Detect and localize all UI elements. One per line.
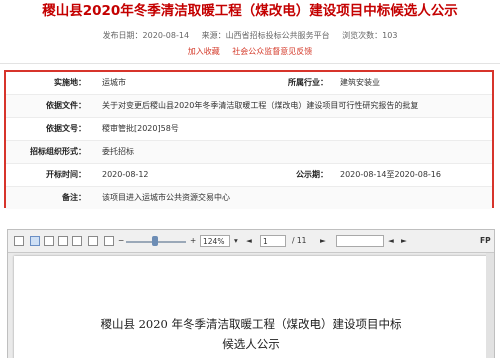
info-row: 依据文件： 关于对变更后稷山县2020年冬季清洁取暖工程（煤改电）建设项目可行性… [6,95,492,118]
info-value: 2020-08-14至2020-08-16 [340,170,441,179]
prev-page-icon[interactable]: ◄ [246,235,252,247]
info-row: 备注： 该项目进入运城市公共资源交易中心 [6,187,492,209]
info-value: 2020-08-12 [102,170,149,179]
document-title-line1: 稷山县 2020 年冬季清洁取暖工程（煤改电）建设项目中标 [100,317,402,331]
facing-page-icon[interactable] [58,236,68,246]
hand-tool-icon[interactable] [88,236,98,246]
meta-bar: 发布日期：2020-08-14 来源：山西省招标投标公共服务平台 浏览次数：10… [0,30,500,42]
page-title: 稷山县2020年冬季清洁取暖工程（煤改电）建设项目中标候选人公示 [42,3,458,19]
search-prev-icon[interactable]: ◄ [388,235,394,247]
info-value: 建筑安装业 [340,78,380,87]
page-number-input[interactable]: 1 [260,235,286,247]
fit-width-icon[interactable] [72,236,82,246]
zoom-level-field[interactable]: 124% [200,235,230,247]
info-row: 依据文号： 稷审管批[2020]58号 [6,118,492,141]
vertical-scrollbar[interactable] [486,253,494,358]
view-count: 浏览次数：103 [342,31,398,40]
pdf-viewer: − + 124% ▾ ◄ 1 / 11 ► ◄ ► FP 稷山县 2020 年冬… [7,229,495,358]
zoom-in-icon[interactable]: + [190,235,196,247]
info-label: 所属行业： [288,78,328,87]
project-info-table: 实施地： 运城市 所属行业： 建筑安装业 依据文件： 关于对变更后稷山县2020… [4,70,494,209]
zoom-slider-handle[interactable] [152,236,158,246]
info-row: 开标时间： 2020-08-12 公示期： 2020-08-14至2020-08… [6,164,492,187]
pdf-page: 稷山县 2020 年冬季清洁取暖工程（煤改电）建设项目中标 候选人公示 [14,256,488,358]
source: 来源：山西省招标投标公共服务平台 [201,31,330,40]
search-next-icon[interactable]: ► [401,235,407,247]
meta-actions: 加入收藏 社会公众监督意见反馈 [0,46,500,58]
info-label: 依据文号： [46,124,86,133]
info-label: 备注： [62,193,86,202]
search-input[interactable] [336,235,384,247]
continuous-page-icon[interactable] [44,236,54,246]
info-value: 运城市 [102,78,126,87]
info-label: 开标时间： [46,170,86,179]
page-total: / 11 [292,236,307,245]
publish-date: 发布日期：2020-08-14 [102,31,190,40]
next-page-icon[interactable]: ► [320,235,326,247]
zoom-out-icon[interactable]: − [118,235,124,247]
divider [0,63,500,64]
zoom-dropdown-icon[interactable]: ▾ [234,235,238,247]
info-label: 实施地： [54,78,86,87]
info-label: 依据文件： [46,101,86,110]
info-value: 委托招标 [102,147,134,156]
info-label: 招标组织形式： [30,147,86,156]
single-page-icon[interactable] [30,236,40,246]
info-value: 稷审管批[2020]58号 [102,124,179,133]
info-row: 实施地： 运城市 所属行业： 建筑安装业 [6,72,492,95]
document-title-line2: 候选人公示 [222,337,280,351]
info-value: 该项目进入运城市公共资源交易中心 [102,193,230,202]
select-tool-icon[interactable] [104,236,114,246]
document-title: 稷山县 2020 年冬季清洁取暖工程（煤改电）建设项目中标 候选人公示 [14,314,488,354]
favorite-link[interactable]: 加入收藏 [188,47,220,56]
print-icon[interactable] [14,236,24,246]
pdf-toolbar: − + 124% ▾ ◄ 1 / 11 ► ◄ ► FP [8,230,494,253]
info-label: 公示期： [296,170,328,179]
info-value: 关于对变更后稷山县2020年冬季清洁取暖工程（煤改电）建设项目可行性研究报告的批… [102,101,419,110]
info-row: 招标组织形式： 委托招标 [6,141,492,164]
fp-label: FP [480,236,491,245]
feedback-link[interactable]: 社会公众监督意见反馈 [232,47,312,56]
